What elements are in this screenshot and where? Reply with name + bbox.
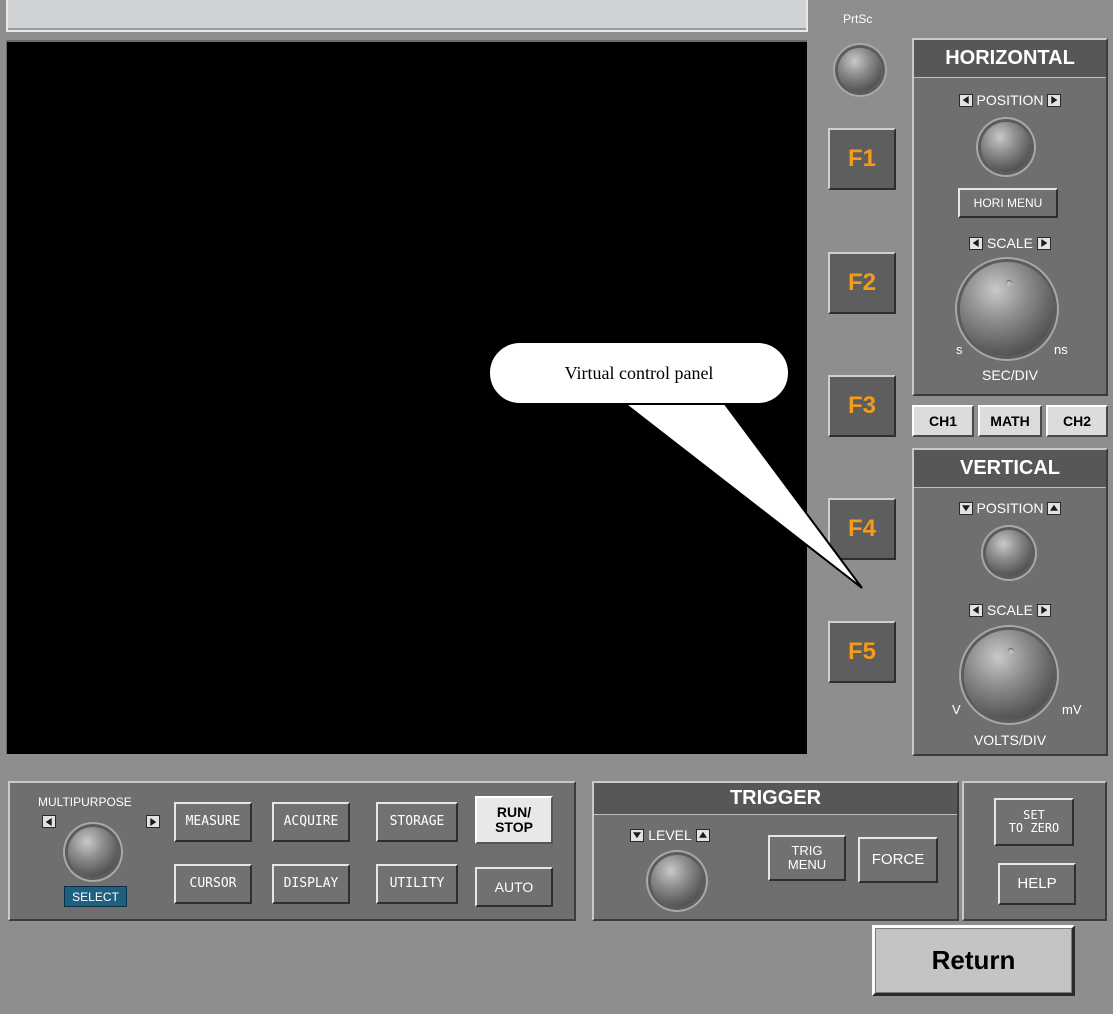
knob-indicator-dot — [1008, 648, 1014, 654]
return-button[interactable]: Return — [872, 925, 1075, 996]
volts-div-left-unit: V — [952, 702, 961, 717]
sec-div-right-unit: ns — [1054, 342, 1068, 357]
f2-button[interactable]: F2 — [828, 252, 896, 314]
run-stop-line2: STOP — [495, 819, 533, 835]
vertical-position-label: POSITION — [914, 498, 1106, 518]
horizontal-panel: HORIZONTAL POSITION HORI MENU SCALE s ns… — [912, 38, 1108, 396]
f1-button[interactable]: F1 — [828, 128, 896, 190]
multipurpose-left-arrow-icon[interactable] — [42, 815, 56, 828]
horizontal-position-label: POSITION — [914, 90, 1106, 110]
vertical-panel: VERTICAL POSITION SCALE V mV VOLTS/DIV — [912, 448, 1108, 756]
measure-button[interactable]: MEASURE — [174, 802, 252, 842]
vertical-position-knob[interactable] — [986, 530, 1032, 576]
set-to-zero-button[interactable]: SET TO ZERO — [994, 798, 1074, 846]
volts-div-right-unit: mV — [1062, 702, 1082, 717]
ch1-button[interactable]: CH1 — [912, 405, 974, 437]
run-stop-line1: RUN/ — [496, 804, 532, 821]
multipurpose-knob[interactable] — [68, 827, 118, 877]
utility-button[interactable]: UTILITY — [376, 864, 458, 904]
oscilloscope-app: PrtSc F1 F2 F3 F4 F5 Virtual control pan… — [0, 0, 1113, 1014]
display-button[interactable]: DISPLAY — [272, 864, 350, 904]
utility-side-panel: SET TO ZERO HELP — [962, 781, 1107, 921]
position-down-arrow-icon[interactable] — [958, 501, 973, 515]
level-down-arrow-icon[interactable] — [630, 828, 645, 842]
trigger-title: TRIGGER — [594, 783, 957, 815]
vscale-left-arrow-icon[interactable] — [969, 603, 984, 617]
auto-button[interactable]: AUTO — [475, 867, 553, 907]
trig-menu-line2: MENU — [787, 857, 827, 872]
top-status-bar — [6, 0, 808, 32]
multipurpose-label: MULTIPURPOSE — [38, 795, 132, 809]
prtsc-label: PrtSc — [843, 12, 873, 26]
level-up-arrow-icon[interactable] — [695, 828, 710, 842]
hori-menu-button[interactable]: HORI MENU — [958, 188, 1058, 218]
horizontal-scale-text: SCALE — [987, 235, 1033, 251]
vertical-scale-knob[interactable] — [964, 630, 1054, 720]
vertical-title: VERTICAL — [914, 450, 1106, 488]
horizontal-position-knob[interactable] — [981, 122, 1031, 172]
force-button[interactable]: FORCE — [858, 837, 938, 883]
trigger-level-text: LEVEL — [648, 827, 692, 843]
prtsc-button[interactable] — [838, 48, 882, 92]
knob-indicator-dot — [1006, 280, 1012, 286]
f5-button[interactable]: F5 — [828, 621, 896, 683]
trigger-level-label: LEVEL — [620, 825, 720, 845]
vertical-scale-label: SCALE — [914, 600, 1106, 620]
vscale-right-arrow-icon[interactable] — [1036, 603, 1051, 617]
cursor-button[interactable]: CURSOR — [174, 864, 252, 904]
help-button[interactable]: HELP — [998, 863, 1076, 905]
scale-left-arrow-icon[interactable] — [969, 236, 984, 250]
horizontal-title: HORIZONTAL — [914, 40, 1106, 78]
vertical-position-text: POSITION — [976, 500, 1044, 516]
select-button[interactable]: SELECT — [64, 886, 127, 907]
acquire-button[interactable]: ACQUIRE — [272, 802, 350, 842]
f4-button[interactable]: F4 — [828, 498, 896, 560]
trig-menu-button[interactable]: TRIG MENU — [768, 835, 846, 881]
math-button[interactable]: MATH — [978, 405, 1042, 437]
set-zero-line2: TO ZERO — [1008, 821, 1060, 835]
ch2-button[interactable]: CH2 — [1046, 405, 1108, 437]
multipurpose-right-arrow-icon[interactable] — [146, 815, 161, 828]
f3-button[interactable]: F3 — [828, 375, 896, 437]
trig-menu-line1: TRIG — [791, 843, 823, 859]
position-right-arrow-icon[interactable] — [1047, 93, 1062, 107]
trigger-panel: TRIGGER LEVEL TRIG MENU FORCE — [592, 781, 959, 921]
position-left-arrow-icon[interactable] — [958, 93, 973, 107]
horizontal-position-text: POSITION — [976, 92, 1044, 108]
horizontal-scale-knob[interactable] — [960, 262, 1054, 356]
volts-div-label: VOLTS/DIV — [973, 732, 1047, 748]
sec-div-label: SEC/DIV — [981, 367, 1038, 383]
position-up-arrow-icon[interactable] — [1047, 501, 1062, 515]
storage-button[interactable]: STORAGE — [376, 802, 458, 842]
run-stop-button[interactable]: RUN/ STOP — [475, 796, 553, 844]
horizontal-scale-label: SCALE — [914, 233, 1106, 253]
callout-bubble: Virtual control panel — [488, 341, 790, 405]
trigger-level-knob[interactable] — [651, 855, 703, 907]
scale-right-arrow-icon[interactable] — [1036, 236, 1051, 250]
vertical-scale-text: SCALE — [987, 602, 1033, 618]
sec-div-left-unit: s — [956, 342, 963, 357]
